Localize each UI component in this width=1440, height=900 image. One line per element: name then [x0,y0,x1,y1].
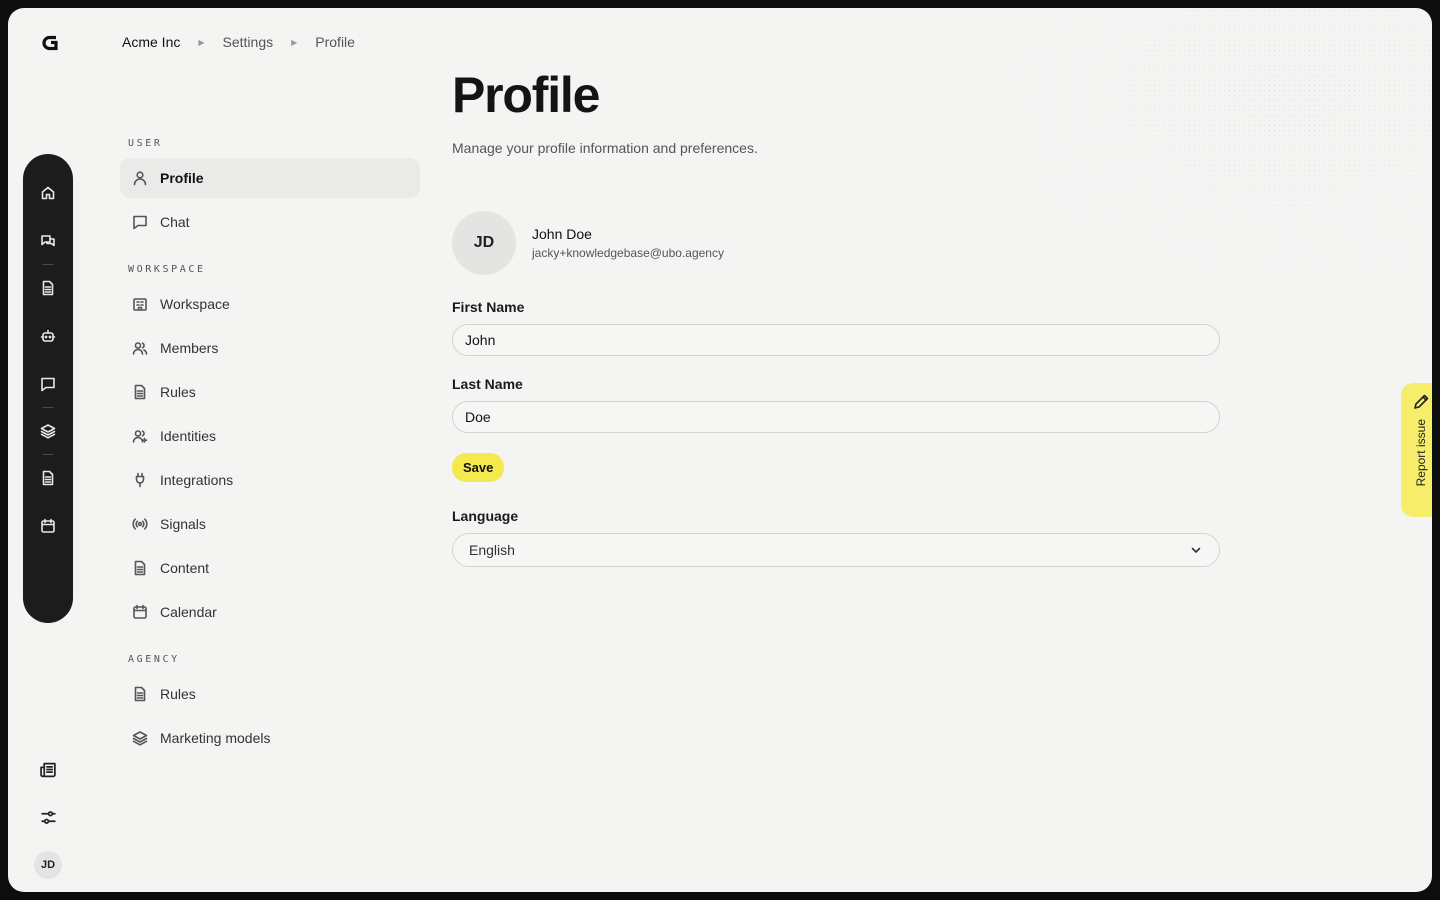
logo-icon[interactable] [41,33,61,53]
nav-item-identities[interactable]: Identities [120,416,420,456]
document-icon [134,384,146,400]
nav-item-label: Profile [160,170,204,186]
user-email: jacky+knowledgebase@ubo.agency [532,246,724,260]
report-issue-button[interactable]: Report issue [1401,383,1432,517]
nav-item-label: Identities [160,428,217,444]
chevron-right-icon: ▶ [198,37,205,47]
document-icon [42,280,54,296]
breadcrumb-settings[interactable]: Settings [223,34,274,50]
rail-layers-button[interactable] [31,414,65,448]
rail-calendar-button[interactable] [31,509,65,543]
nav-section-agency: Agency [128,654,180,665]
rail-home-button[interactable] [31,176,65,210]
nav-item-integrations[interactable]: Integrations [120,460,420,500]
last-name-field[interactable] [452,401,1220,433]
bottom-toolbar: JD [30,752,66,882]
nav-item-label: Calendar [160,604,217,620]
breadcrumb: Acme Inc ▶ Settings ▶ Profile [122,33,355,51]
language-group: Language English [452,508,1222,567]
nav-item-content[interactable]: Content [120,548,420,588]
robot-icon [40,329,56,342]
language-label: Language [452,508,519,524]
nav-item-label: Workspace [160,296,230,312]
plug-icon [135,472,145,488]
rail-chats-button[interactable] [31,224,65,258]
chats-icon [41,235,55,247]
calendar-icon [41,518,55,533]
page-subtitle: Manage your profile information and pref… [452,140,758,156]
rail-robot-button[interactable] [31,319,65,353]
language-select[interactable]: English [452,533,1220,567]
icon-rail [23,154,73,623]
nav-item-signals[interactable]: Signals [120,504,420,544]
page-title: Profile [452,67,600,123]
first-name-group: First Name [452,299,1222,356]
avatar: JD [34,851,62,879]
nav-item-label: Rules [160,384,196,400]
breadcrumb-org[interactable]: Acme Inc [122,34,180,50]
rail-message-button[interactable] [31,367,65,401]
nav-section-user: User [128,138,163,149]
home-icon [41,186,55,200]
nav-item-label: Signals [160,516,206,532]
language-value: English [469,542,515,558]
nav-item-label: Chat [160,214,190,230]
first-name-label: First Name [452,299,525,315]
nav-item-calendar[interactable]: Calendar [120,592,420,632]
settings-button[interactable] [31,800,65,834]
user-menu-button[interactable]: JD [31,848,65,882]
identities-icon [132,430,148,443]
user-icon [133,171,147,186]
nav-item-rules[interactable]: Rules [120,372,420,412]
nav-item-agency-rules[interactable]: Rules [120,674,420,714]
rail-divider [43,264,53,265]
calendar-icon [133,604,147,619]
nav-item-profile[interactable]: Profile [120,158,420,198]
app-window: Acme Inc ▶ Settings ▶ Profile JD USER Pr… [8,8,1432,892]
nav-section-workspace: Workspace [128,264,206,275]
pencil-icon [1414,394,1429,409]
rail-divider [43,454,53,455]
document-icon [134,560,146,576]
breadcrumb-current: Profile [315,34,355,50]
sliders-icon [40,810,56,824]
nav-item-chat[interactable]: Chat [120,202,420,242]
settings-nav: User Profile Chat Workspace Workspace Me… [120,138,420,780]
message-icon [41,377,55,392]
save-button[interactable]: Save [452,453,505,482]
nav-item-label: Members [160,340,219,356]
chevron-right-icon: ▶ [291,37,298,47]
main-content: Profile Manage your profile information … [452,70,1222,567]
nav-item-label: Integrations [160,472,234,488]
document-icon [134,686,146,702]
nav-item-members[interactable]: Members [120,328,420,368]
layers-icon [132,731,148,746]
nav-item-marketing-models[interactable]: Marketing models [120,718,420,758]
avatar[interactable]: JD [452,211,516,275]
newspaper-icon [39,762,56,777]
user-card: JD John Doe jacky+knowledgebase@ubo.agen… [452,211,1222,275]
rail-document-button-2[interactable] [31,461,65,495]
report-issue-label: Report issue [1414,419,1428,487]
users-icon [132,342,148,355]
layers-icon [40,424,56,439]
signal-icon [132,518,148,530]
document-icon [42,470,54,486]
chat-icon [133,215,147,230]
nav-item-label: Content [160,560,210,576]
rail-document-button[interactable] [31,271,65,305]
nav-item-label: Rules [160,686,196,702]
first-name-field[interactable] [452,324,1220,356]
nav-item-workspace[interactable]: Workspace [120,284,420,324]
nav-item-label: Marketing models [160,730,271,746]
building-icon [133,298,147,311]
last-name-label: Last Name [452,376,523,392]
rail-divider [43,407,53,408]
user-name: John Doe [532,226,592,242]
chevron-down-icon [1191,547,1201,553]
last-name-group: Last Name [452,376,1222,433]
news-button[interactable] [31,752,65,786]
